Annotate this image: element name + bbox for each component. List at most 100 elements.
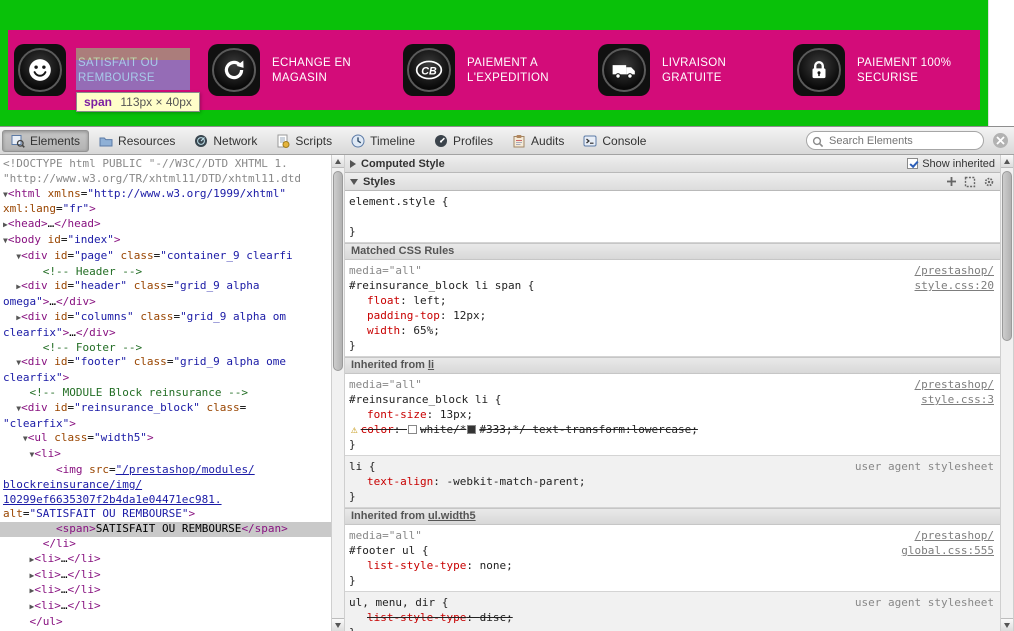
css-property[interactable]: list-style-type: none; — [349, 558, 994, 573]
banner-label-line: PAIEMENT A — [467, 56, 581, 71]
truck-icon — [602, 48, 646, 92]
dom-tree-line[interactable]: ▼<li> — [0, 447, 331, 463]
tab-profiles[interactable]: Profiles — [425, 130, 502, 152]
dom-tree-line[interactable]: clearfix">…</div> — [0, 326, 331, 341]
dom-tree-line[interactable]: ▶<li>…</li> — [0, 568, 331, 584]
dom-tree-line[interactable]: ▶<head>…</head> — [0, 217, 331, 233]
dom-tree-scrollbar[interactable] — [331, 155, 345, 631]
stylesheet-link[interactable]: /prestashop/style.css:20 — [915, 263, 994, 293]
element-style-rule[interactable]: element.style { } — [345, 191, 1000, 243]
dom-tree-line[interactable]: ▼<html xmlns="http://www.w3.org/1999/xht… — [0, 187, 331, 203]
css-property[interactable]: width: 65%; — [349, 323, 994, 338]
inherited-node-link[interactable]: ul.width5 — [428, 509, 476, 524]
badge-truck — [598, 44, 650, 96]
new-style-rule-button[interactable] — [946, 176, 957, 187]
dom-tree-line[interactable]: clearfix"> — [0, 371, 331, 386]
dom-tree-line[interactable]: xml:lang="fr"> — [0, 202, 331, 217]
dom-tree-line[interactable]: "http://www.w3.org/TR/xhtml11/DTD/xhtml1… — [0, 172, 331, 187]
search-input[interactable] — [806, 131, 984, 150]
banner-label-line: LIVRAISON — [662, 56, 776, 71]
show-inherited-checkbox[interactable] — [907, 158, 918, 169]
scrollbar-thumb[interactable] — [333, 171, 343, 371]
profiles-icon — [434, 134, 448, 148]
scroll-down-button[interactable] — [332, 618, 344, 631]
computed-style-header[interactable]: Computed Style Show inherited — [345, 155, 1000, 173]
dom-tree-line[interactable]: ▼<ul class="width5"> — [0, 431, 331, 447]
css-rule[interactable]: /prestashop/style.css:3media="all"#reins… — [345, 374, 1000, 456]
dom-tree-line[interactable]: ▼<div id="reinsurance_block" class= — [0, 401, 331, 417]
styles-label: Styles — [363, 176, 395, 188]
scroll-down-button[interactable] — [1001, 618, 1013, 631]
css-property[interactable]: float: left; — [349, 293, 994, 308]
stylesheet-link[interactable]: /prestashop/global.css:555 — [901, 528, 994, 558]
dom-tree-line[interactable]: ▶<li>…</li> — [0, 552, 331, 568]
page-right-gutter — [988, 0, 1014, 126]
dom-tree-line[interactable]: ▶<li>…</li> — [0, 599, 331, 615]
scroll-up-button[interactable] — [1001, 155, 1013, 168]
element-state-button[interactable] — [964, 176, 976, 188]
dom-tree-line[interactable]: ▶<li>…</li> — [0, 583, 331, 599]
tab-elements[interactable]: Elements — [2, 130, 89, 152]
console-icon — [583, 134, 597, 148]
dom-tree-line[interactable]: 10299ef6635307f2b4da1e04471ec981. — [0, 493, 331, 508]
dom-tree-line[interactable]: ▶<div id="header" class="grid_9 alpha — [0, 279, 331, 295]
element-style-blank[interactable] — [349, 209, 994, 224]
dom-tree-line[interactable]: <img src="/prestashop/modules/ — [0, 463, 331, 478]
user-agent-stylesheet-label: user agent stylesheet — [855, 459, 994, 474]
svg-text:CB: CB — [421, 65, 437, 77]
css-rule[interactable]: /prestashop/style.css:20media="all"#rein… — [345, 260, 1000, 357]
dom-tree-line[interactable]: <!DOCTYPE html PUBLIC "-//W3C//DTD XHTML… — [0, 157, 331, 172]
dom-tree-line[interactable]: ▼<body id="index"> — [0, 233, 331, 249]
css-property[interactable]: text-align: -webkit-match-parent; — [349, 474, 994, 489]
dom-tree-line[interactable]: </li> — [0, 537, 331, 552]
css-property[interactable]: font-size: 13px; — [349, 407, 994, 422]
scroll-up-button[interactable] — [332, 155, 344, 168]
dom-tree-line[interactable]: omega">…</div> — [0, 295, 331, 310]
inherited-node-link[interactable]: li — [428, 358, 434, 373]
tab-audits[interactable]: Audits — [503, 130, 573, 152]
gear-icon[interactable] — [983, 176, 995, 188]
show-inherited-label: Show inherited — [922, 158, 995, 170]
dom-tree-line[interactable]: <span>SATISFAIT OU REMBOURSE</span> — [0, 522, 331, 537]
dom-tree-line[interactable]: alt="SATISFAIT OU REMBOURSE"> — [0, 507, 331, 522]
styles-section-header: Inherited fromli — [345, 357, 1000, 374]
tab-label: Scripts — [295, 134, 332, 148]
tab-network[interactable]: Network — [185, 130, 266, 152]
tab-scripts[interactable]: Scripts — [267, 130, 341, 152]
scrollbar-thumb[interactable] — [1002, 171, 1012, 341]
banner-label-line: GRATUITE — [662, 71, 776, 86]
dom-tree-line[interactable]: ▼<div id="page" class="container_9 clear… — [0, 249, 331, 265]
tab-resources[interactable]: Resources — [90, 130, 184, 152]
tab-timeline[interactable]: Timeline — [342, 130, 424, 152]
dom-tree-line[interactable]: <!-- MODULE Block reinsurance --> — [0, 386, 331, 401]
dom-tree-line[interactable]: </ul> — [0, 615, 331, 630]
reinsurance-banner: SATISFAIT OU REMBOURSE ECHANGE EN MAGASI… — [8, 30, 980, 110]
dom-tree-line[interactable]: blockreinsurance/img/ — [0, 478, 331, 493]
lock-icon — [797, 48, 841, 92]
banner-label-line: ECHANGE EN — [272, 56, 386, 71]
banner-label-line: SECURISE — [857, 71, 971, 86]
styles-header[interactable]: Styles — [345, 173, 1000, 191]
dom-tree-line[interactable]: <!-- Header --> — [0, 265, 331, 280]
styles-pane-scrollbar[interactable] — [1000, 155, 1014, 631]
color-swatch[interactable] — [408, 425, 417, 434]
badge-lock — [793, 44, 845, 96]
css-rule[interactable]: user agent stylesheetul, menu, dir {list… — [345, 592, 1000, 631]
dom-tree-line[interactable]: ▶<div id="columns" class="grid_9 alpha o… — [0, 310, 331, 326]
close-devtools-button[interactable] — [993, 133, 1008, 148]
scripts-icon — [276, 134, 290, 148]
css-property[interactable]: padding-top: 12px; — [349, 308, 994, 323]
dom-tree-line[interactable]: <!-- Footer --> — [0, 341, 331, 356]
stylesheet-link[interactable]: /prestashop/style.css:3 — [915, 377, 994, 407]
network-icon — [194, 134, 208, 148]
css-rule[interactable]: /prestashop/global.css:555media="all"#fo… — [345, 525, 1000, 592]
disclosure-triangle-icon — [350, 160, 356, 168]
css-property[interactable]: ⚠color: white/*#333;*/ text-transform:lo… — [349, 422, 994, 437]
css-rule[interactable]: user agent stylesheetli {text-align: -we… — [345, 456, 1000, 508]
color-swatch[interactable] — [467, 425, 476, 434]
dom-tree-line[interactable]: ▼<div id="footer" class="grid_9 alpha om… — [0, 355, 331, 371]
dom-tree-line[interactable]: "clearfix"> — [0, 417, 331, 432]
tab-console[interactable]: Console — [574, 130, 655, 152]
css-property[interactable]: list-style-type: disc; — [349, 610, 994, 625]
styles-section-header: Inherited fromul.width5 — [345, 508, 1000, 525]
